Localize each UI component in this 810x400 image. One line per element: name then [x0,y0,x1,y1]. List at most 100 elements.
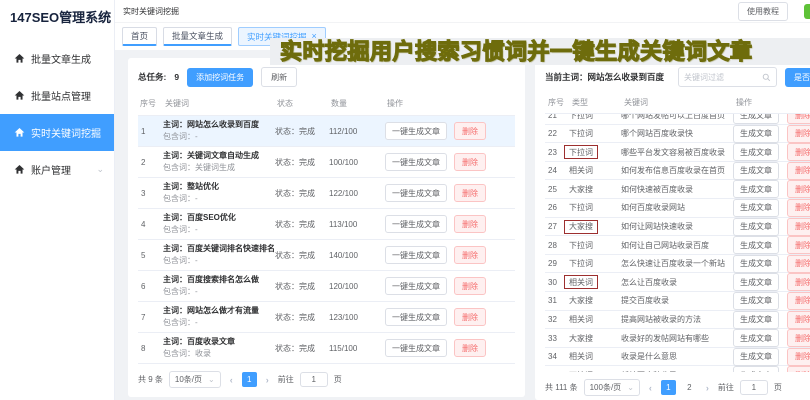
refresh-button[interactable]: 刷新 [261,67,297,87]
keywords-table-body: 21下拉词哪个网站发帖可以上百度首页生成文章删除22下拉词哪个网站百度收录快生成… [545,114,810,372]
tab-batch-articles[interactable]: 批量文章生成 [163,27,232,46]
keyword-type: 下拉词 [564,145,598,159]
column-header: 状态 [277,98,331,109]
generate-article-button[interactable]: 一键生成文章 [385,215,447,233]
generate-article-button[interactable]: 一键生成文章 [385,153,447,171]
sidebar-item-keyword-mining[interactable]: 实时关键词挖掘 [0,114,114,151]
generate-article-button[interactable]: 生成文章 [733,180,779,198]
generate-article-button[interactable]: 生成文章 [733,273,779,291]
keyword-cell: 哪些平台发文容易被百度收录 [621,147,733,158]
delete-button[interactable]: 删除 [787,292,810,310]
keyword-cell: 提高网站被收录的方法 [621,314,733,325]
type-cell: 下拉词 [569,128,621,139]
generate-article-button[interactable]: 一键生成文章 [385,246,447,264]
add-task-button[interactable]: 添加挖词任务 [187,68,253,87]
generate-article-button[interactable]: 生成文章 [733,311,779,329]
generate-article-button[interactable]: 生成文章 [733,366,779,372]
generate-article-button[interactable]: 一键生成文章 [385,308,447,326]
main-word: 主词：百度SEO优化 [163,212,275,224]
generate-article-button[interactable]: 生成文章 [733,329,779,347]
delete-button[interactable]: 删除 [454,339,486,357]
page-size-select[interactable]: 10条/页⌄ [169,371,221,388]
delete-button[interactable]: 删除 [787,348,810,366]
keyword-cell: 哪个网站发帖可以上百度首页 [621,114,733,121]
tab-home[interactable]: 首页 [122,27,157,46]
generate-all-button[interactable]: 是否生成文章 [785,68,810,87]
table-row: 30相关词怎么让百度收录生成文章删除 [545,273,810,292]
sidebar-item-batch-articles[interactable]: 批量文章生成 [0,40,114,77]
delete-button[interactable]: 删除 [787,273,810,291]
delete-button[interactable]: 删除 [787,199,810,217]
generate-article-button[interactable]: 一键生成文章 [385,122,447,140]
keyword-cell: 收录好的发帖网站有哪些 [621,333,733,344]
sidebar-item-batch-sites[interactable]: 批量站点管理 [0,77,114,114]
generate-article-button[interactable]: 生成文章 [733,199,779,217]
delete-button[interactable]: 删除 [787,329,810,347]
delete-button[interactable]: 删除 [454,122,486,140]
page-size-select[interactable]: 100条/页⌄ [584,379,640,396]
delete-button[interactable]: 删除 [787,311,810,329]
delete-button[interactable]: 删除 [787,366,810,372]
status-cell: 状态：完成 [275,281,329,292]
next-page-button[interactable]: › [263,375,272,385]
delete-button[interactable]: 删除 [787,143,810,161]
delete-button[interactable]: 删除 [454,215,486,233]
prev-page-button[interactable]: ‹ [646,383,655,393]
type-cell: 大家搜 [569,220,621,234]
page-number-button[interactable]: 2 [682,380,697,395]
generate-article-button[interactable]: 生成文章 [733,218,779,236]
delete-button[interactable]: 删除 [787,114,810,124]
keyword-type: 大家搜 [569,185,593,194]
sidebar-menu: 批量文章生成 批量站点管理 实时关键词挖掘 账户管理 ⌄ [0,40,114,188]
delete-button[interactable]: 删除 [454,153,486,171]
sidebar-item-account[interactable]: 账户管理 ⌄ [0,151,114,188]
generate-article-button[interactable]: 生成文章 [733,348,779,366]
generate-article-button[interactable]: 生成文章 [733,255,779,273]
goto-page-input[interactable] [300,372,328,387]
delete-button[interactable]: 删除 [787,255,810,273]
row-index: 34 [545,352,569,361]
delete-button[interactable]: 删除 [454,184,486,202]
total-tasks-count: 9 [174,72,179,82]
delete-button[interactable]: 删除 [454,277,486,295]
prev-page-button[interactable]: ‹ [227,375,236,385]
delete-button[interactable]: 删除 [787,125,810,143]
keyword-filter-input[interactable] [684,73,762,82]
goto-page-input[interactable] [740,380,768,395]
row-actions: 生成文章删除 [733,255,810,273]
generate-article-button[interactable]: 生成文章 [733,143,779,161]
table-row: 21下拉词哪个网站发帖可以上百度首页生成文章删除 [545,114,810,125]
annotation-banner-text: 实时挖掘用户搜索习惯词并一键生成关键词文章 [280,39,753,65]
generate-article-button[interactable]: 一键生成文章 [385,277,447,295]
table-row: 35下拉词新站百度秒收录生成文章删除 [545,366,810,372]
keyword-cell: 主词：整站优化包含词：- [163,181,275,205]
keyword-cell: 如何让自己网站收录百度 [621,240,733,251]
page-number-button[interactable]: 1 [242,372,257,387]
table-row: 28下拉词如何让自己网站收录百度生成文章删除 [545,236,810,255]
delete-button[interactable]: 删除 [787,180,810,198]
keyword-type: 下拉词 [569,371,593,372]
cutoff-green-button[interactable] [804,4,810,19]
delete-button[interactable]: 删除 [787,162,810,180]
generate-article-button[interactable]: 生成文章 [733,162,779,180]
next-page-button[interactable]: › [703,383,712,393]
generate-article-button[interactable]: 生成文章 [733,114,779,124]
row-actions: 一键生成文章删除 [385,153,515,171]
keyword-type: 下拉词 [569,259,593,268]
keyword-type: 相关词 [569,315,593,324]
generate-article-button[interactable]: 生成文章 [733,236,779,254]
generate-article-button[interactable]: 生成文章 [733,125,779,143]
row-index: 22 [545,129,569,138]
tutorial-button[interactable]: 使用教程 [738,2,788,21]
delete-button[interactable]: 删除 [787,236,810,254]
row-index: 21 [545,114,569,120]
generate-article-button[interactable]: 一键生成文章 [385,339,447,357]
keyword-cell: 收录是什么意思 [621,351,733,362]
delete-button[interactable]: 删除 [787,218,810,236]
generate-article-button[interactable]: 生成文章 [733,292,779,310]
delete-button[interactable]: 删除 [454,246,486,264]
page-number-button[interactable]: 1 [661,380,676,395]
keywords-table-header: 序号 类型 关键词 操作 [545,94,810,114]
delete-button[interactable]: 删除 [454,308,486,326]
generate-article-button[interactable]: 一键生成文章 [385,184,447,202]
